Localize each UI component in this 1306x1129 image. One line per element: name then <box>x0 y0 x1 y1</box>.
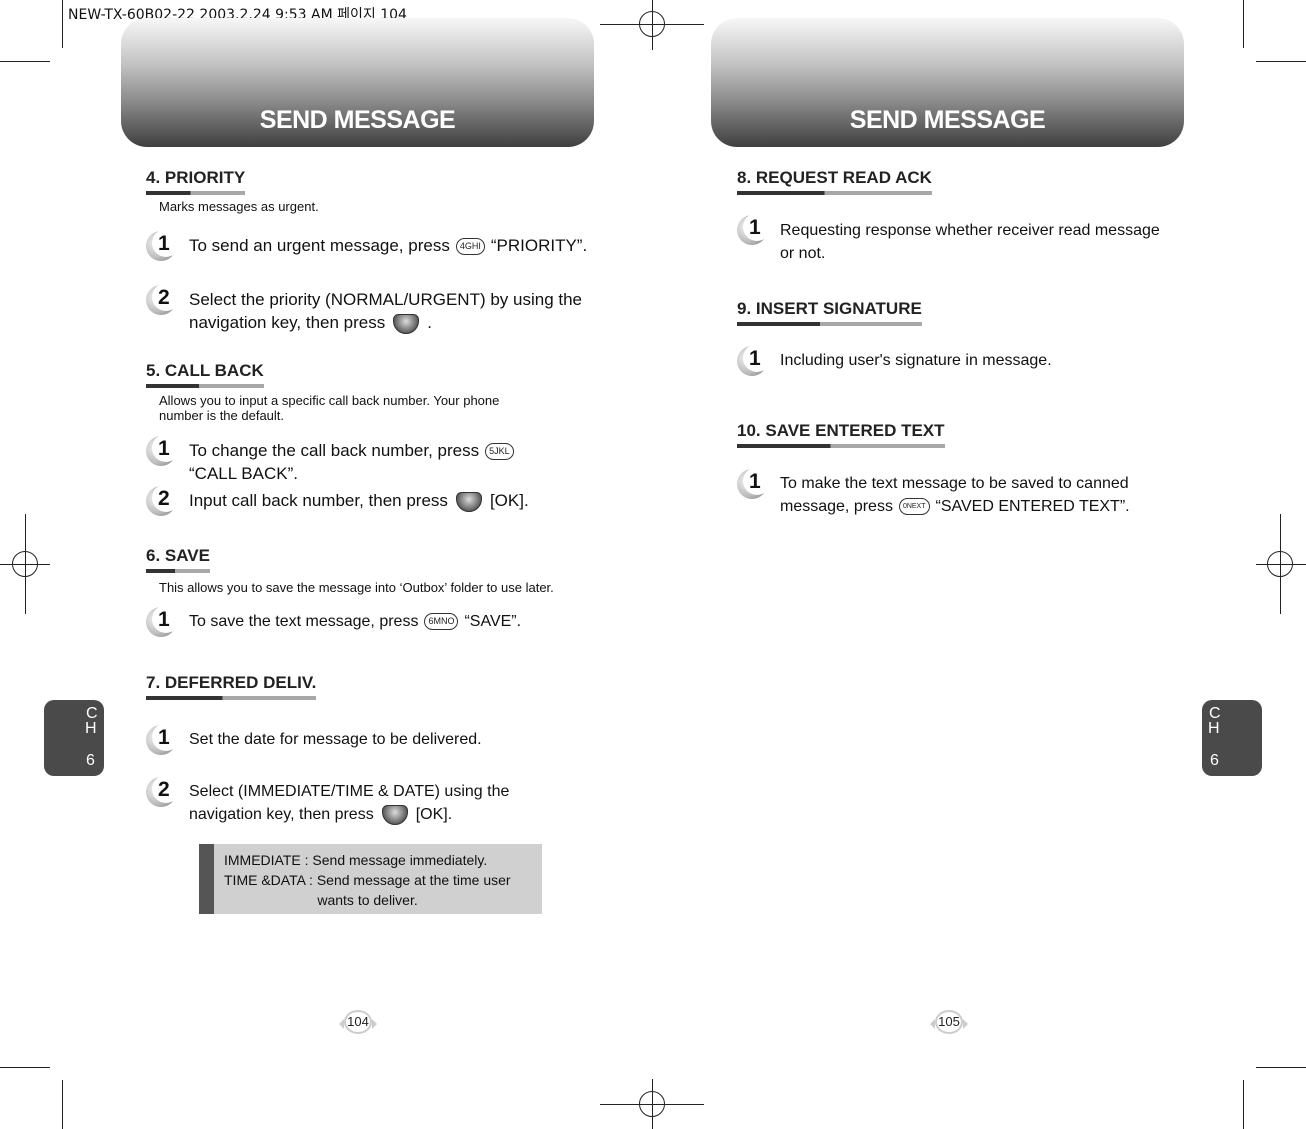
crop-mark <box>62 0 63 48</box>
ok-key-icon <box>393 313 420 334</box>
step-badge: 2 <box>146 283 180 315</box>
section-title-save-entered-text: 10. SAVE ENTERED TEXT <box>737 421 945 448</box>
step-badge: 2 <box>146 775 180 807</box>
key-5-icon: 5JKL <box>485 443 514 461</box>
banner-title: SEND MESSAGE <box>849 106 1046 134</box>
crop-mark <box>0 1067 50 1068</box>
section-title-deferred-deliv: 7. DEFERRED DELIV. <box>146 673 317 700</box>
step-badge: 1 <box>737 213 771 245</box>
section-title-save: 6. SAVE <box>146 546 210 573</box>
note-box: IMMEDIATE : Send message immediately. TI… <box>199 844 542 914</box>
key-6-icon: 6MNO <box>424 613 459 631</box>
step-text: Input call back number, then press [OK]. <box>189 491 529 512</box>
section-title-call-back: 5. CALL BACK <box>146 361 264 388</box>
step-text: To send an urgent message, press 4GHI “PRI… <box>189 236 588 256</box>
step-text: Set the date for message to be delivered… <box>189 731 482 748</box>
step-text: Including user's signature in message. <box>780 352 1052 369</box>
step-badge: 1 <box>146 723 180 755</box>
crop-mark <box>1243 1080 1244 1129</box>
crop-mark <box>0 61 50 62</box>
step-badge: 2 <box>146 484 180 516</box>
right-page-banner: SEND MESSAGE <box>711 18 1184 147</box>
step-badge: 1 <box>737 344 771 376</box>
crop-mark <box>1243 0 1244 48</box>
section-desc: This allows you to save the message into… <box>159 580 554 595</box>
step-text: Select (IMMEDIATE/TIME & DATE) using the… <box>189 783 510 825</box>
step-badge: 1 <box>146 434 180 466</box>
step-text: Select the priority (NORMAL/URGENT) by u… <box>189 290 583 334</box>
key-0-icon: 0NEXT <box>898 498 930 516</box>
step-badge: 1 <box>146 229 180 261</box>
section-title-insert-signature: 9. INSERT SIGNATURE <box>737 299 922 326</box>
crop-mark <box>1256 61 1306 62</box>
ok-key-icon <box>455 491 482 512</box>
chapter-tab-left: C H 6 <box>44 700 104 776</box>
step-text: To save the text message, press 6MNO “SAVE… <box>189 613 522 631</box>
section-title-priority: 4. PRIORITY <box>146 168 246 195</box>
banner-title: SEND MESSAGE <box>259 106 456 134</box>
step-text: To change the call back number, press 5JK… <box>189 439 520 485</box>
note-accent-bar <box>199 844 214 914</box>
crop-mark <box>62 1080 63 1129</box>
crop-mark <box>1256 1067 1306 1068</box>
step-text: To make the text message to be saved to … <box>780 475 1130 516</box>
page-number-105: 105 <box>930 1010 968 1034</box>
section-desc: Marks messages as urgent. <box>159 199 319 214</box>
note-text: IMMEDIATE : Send message immediately. TI… <box>224 852 511 908</box>
step-badge: 1 <box>146 605 180 637</box>
step-badge: 1 <box>737 467 771 499</box>
chapter-tab-right: C H 6 <box>1202 700 1262 776</box>
page-number-104: 104 <box>339 1010 377 1034</box>
section-title-request-read-ack: 8. REQUEST READ ACK <box>737 168 932 195</box>
section-desc: Allows you to input a specific call back… <box>159 393 500 423</box>
ok-key-icon <box>381 804 408 825</box>
key-4-icon: 4GHI <box>455 238 485 256</box>
step-text: Requesting response whether receiver rea… <box>780 222 1160 262</box>
left-page-banner: SEND MESSAGE <box>121 18 594 147</box>
